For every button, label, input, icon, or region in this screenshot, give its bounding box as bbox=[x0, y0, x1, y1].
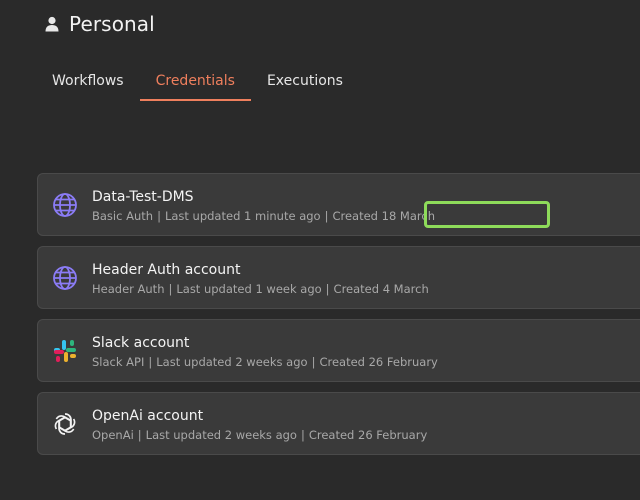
separator: | bbox=[148, 355, 153, 369]
credential-name: Header Auth account bbox=[92, 262, 241, 278]
separator: | bbox=[324, 209, 329, 223]
credential-card[interactable]: Slack account Slack API | Last updated 2 w… bbox=[37, 319, 640, 382]
credential-card[interactable]: Data-Test-DMS Basic Auth | Last updated 1 … bbox=[37, 173, 640, 236]
separator: | bbox=[137, 428, 142, 442]
tab-executions[interactable]: Executions bbox=[251, 70, 359, 101]
credential-type: Header Auth bbox=[92, 282, 165, 296]
credentials-list: Data-Test-DMS Basic Auth | Last updated 1 … bbox=[37, 173, 640, 465]
credential-updated: Last updated 2 weeks ago bbox=[145, 428, 297, 442]
credential-meta: Basic Auth | Last updated 1 minute ago | Cre… bbox=[92, 209, 435, 223]
tab-credentials[interactable]: Credentials bbox=[139, 70, 251, 101]
credential-type: Basic Auth bbox=[92, 209, 154, 223]
tab-workflows[interactable]: Workflows bbox=[36, 70, 140, 101]
credential-created: Created 26 February bbox=[308, 428, 428, 442]
credential-card[interactable]: OpenAi account OpenAi | Last updated 2 wee… bbox=[37, 392, 640, 455]
tab-bar: Workflows Credentials Executions bbox=[36, 70, 359, 101]
separator: | bbox=[168, 282, 173, 296]
credential-name: Data-Test-DMS bbox=[92, 189, 194, 205]
credential-name: Slack account bbox=[92, 335, 190, 351]
openai-icon bbox=[54, 413, 76, 435]
credential-type: OpenAi bbox=[92, 428, 134, 442]
credential-created: Created 26 February bbox=[319, 355, 438, 369]
credential-meta: Slack API | Last updated 2 weeks ago | Creat… bbox=[92, 355, 438, 369]
credential-meta: OpenAi | Last updated 2 weeks ago | Created … bbox=[92, 428, 427, 442]
credential-card[interactable]: Header Auth account Header Auth | Last upd… bbox=[37, 246, 640, 309]
user-icon bbox=[45, 16, 59, 32]
globe-icon bbox=[53, 193, 77, 217]
credential-updated: Last updated 1 week ago bbox=[176, 282, 322, 296]
credential-created: Created 4 March bbox=[333, 282, 429, 296]
credential-updated: Last updated 2 weeks ago bbox=[156, 355, 308, 369]
separator: | bbox=[157, 209, 161, 223]
slack-icon bbox=[54, 340, 76, 362]
credential-meta: Header Auth | Last updated 1 week ago | Crea… bbox=[92, 282, 429, 296]
globe-icon bbox=[53, 266, 77, 290]
credential-created: Created 18 March bbox=[332, 209, 435, 223]
highlight-box bbox=[424, 201, 550, 228]
page-title: Personal bbox=[69, 12, 155, 36]
separator: | bbox=[325, 282, 330, 296]
separator: | bbox=[300, 428, 305, 442]
separator: | bbox=[311, 355, 316, 369]
credential-name: OpenAi account bbox=[92, 408, 204, 424]
credential-updated: Last updated 1 minute ago bbox=[164, 209, 321, 223]
page-header: Personal bbox=[45, 12, 155, 36]
credential-type: Slack API bbox=[92, 355, 145, 369]
page: Personal Workflows Credentials Execution… bbox=[0, 0, 640, 500]
